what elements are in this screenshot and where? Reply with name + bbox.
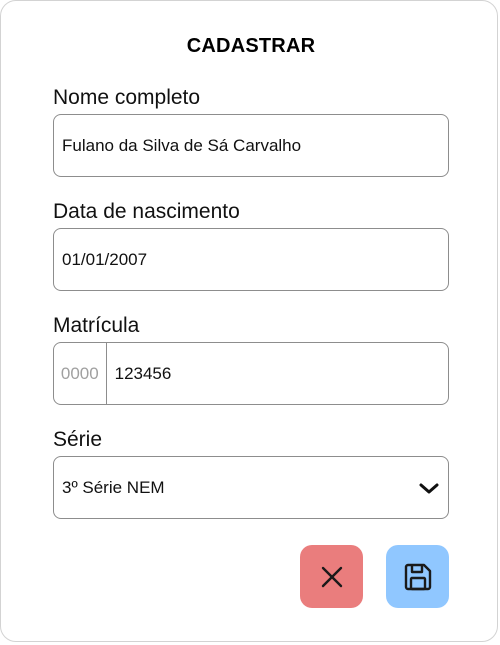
grade-label: Série [53, 428, 103, 451]
grade-select[interactable]: 3º Série NEM [53, 456, 449, 519]
enrollment-label: Matrícula [53, 314, 140, 337]
birth-date-label: Data de nascimento [53, 200, 240, 223]
full-name-field[interactable] [53, 114, 449, 177]
birth-date-field[interactable] [53, 228, 449, 291]
register-form-card: CADASTRAR Nome completo Data de nascimen… [0, 0, 498, 642]
full-name-input[interactable] [54, 115, 448, 176]
full-name-label: Nome completo [53, 86, 201, 109]
save-button[interactable] [386, 545, 449, 608]
form-title: CADASTRAR [186, 35, 316, 57]
enrollment-field[interactable]: 0000 [53, 342, 449, 405]
enrollment-input[interactable] [106, 343, 448, 404]
cancel-button[interactable] [300, 545, 363, 608]
enrollment-prefix: 0000 [54, 343, 107, 404]
close-icon [319, 564, 345, 590]
grade-selected-value: 3º Série NEM [62, 477, 165, 497]
chevron-down-icon [418, 481, 440, 495]
save-icon [403, 562, 433, 592]
birth-date-input[interactable] [54, 229, 448, 290]
